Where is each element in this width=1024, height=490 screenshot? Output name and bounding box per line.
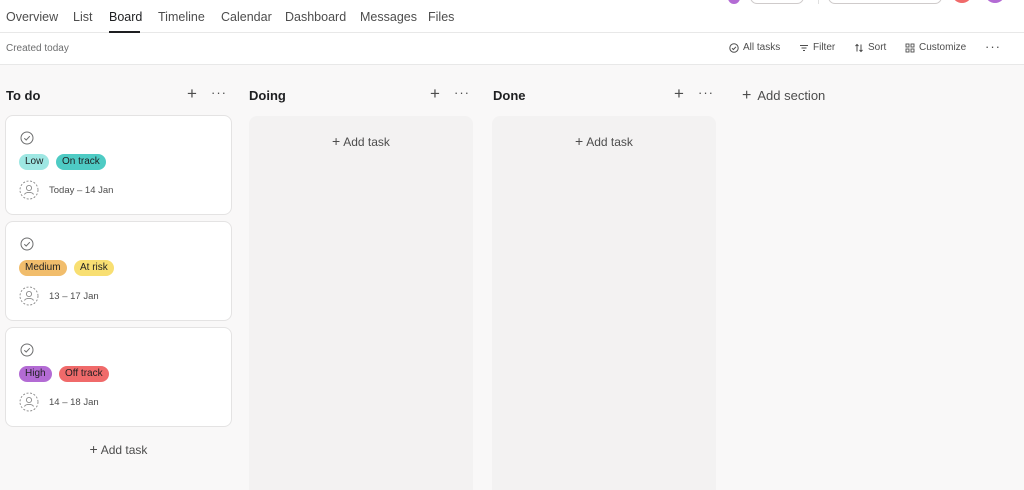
filter-icon (800, 44, 808, 51)
column-doing-dropzone (249, 116, 473, 490)
all-tasks-label: All tasks (743, 42, 781, 53)
priority-tag: High (19, 366, 52, 382)
task-card[interactable]: Low On track Today – 14 Jan (5, 115, 232, 215)
column-title-todo[interactable]: To do (6, 88, 40, 103)
tab-list[interactable]: List (73, 10, 92, 24)
customize-label: Customize (919, 42, 967, 53)
add-task-plus-doing[interactable]: + (430, 84, 440, 104)
sort-button[interactable]: Sort (854, 42, 886, 53)
member-avatar[interactable] (728, 0, 740, 4)
plus-icon: + (89, 441, 98, 457)
sort-label: Sort (868, 42, 887, 53)
column-more-doing[interactable]: ··· (454, 85, 470, 100)
status-tag: On track (56, 154, 106, 170)
due-date[interactable]: 14 – 18 Jan (49, 397, 99, 408)
add-task-label: Add task (586, 135, 633, 149)
board-toolbar: Created today All tasks Filter Sort Cust… (0, 33, 1024, 65)
task-card[interactable]: Medium At risk 13 – 17 Jan (5, 221, 232, 321)
tab-dashboard[interactable]: Dashboard (285, 10, 346, 24)
user-avatar-secondary[interactable] (985, 0, 1005, 3)
add-task-plus-todo[interactable]: + (187, 84, 197, 104)
tab-timeline[interactable]: Timeline (158, 10, 205, 24)
assignee-icon[interactable] (19, 286, 39, 306)
customize-icon (905, 43, 915, 52)
tab-calendar[interactable]: Calendar (221, 10, 272, 24)
status-tag: At risk (74, 260, 114, 276)
tab-files[interactable]: Files (428, 10, 454, 24)
add-task-button-doing[interactable]: + Add task (249, 133, 473, 149)
priority-tag: Low (19, 154, 50, 170)
add-task-label: Add task (343, 135, 390, 149)
column-more-done[interactable]: ··· (698, 85, 714, 100)
user-avatar[interactable] (952, 0, 972, 3)
check-circle-icon (729, 42, 739, 53)
due-date[interactable]: 13 – 17 Jan (49, 291, 99, 302)
column-done-dropzone (492, 116, 716, 490)
share-button[interactable] (750, 0, 804, 4)
search-input[interactable] (828, 0, 942, 4)
project-tabs-bar: Overview List Board Timeline Calendar Da… (0, 0, 1024, 33)
created-status: Created today (6, 43, 69, 54)
add-task-plus-done[interactable]: + (674, 84, 684, 104)
status-tag: Off track (59, 366, 109, 382)
header-divider (818, 0, 819, 4)
priority-tag: Medium (19, 260, 67, 276)
filter-label: Filter (813, 42, 836, 53)
more-options-button[interactable]: ··· (985, 39, 1001, 54)
due-date[interactable]: Today – 14 Jan (49, 185, 113, 196)
add-task-button-todo[interactable]: + Add task (5, 441, 232, 457)
add-section-button[interactable]: + Add section (742, 87, 825, 105)
tab-messages[interactable]: Messages (360, 10, 417, 24)
column-title-doing[interactable]: Doing (249, 88, 286, 103)
complete-task-icon[interactable] (20, 343, 34, 357)
task-card[interactable]: High Off track 14 – 18 Jan (5, 327, 232, 427)
plus-icon: + (332, 133, 341, 149)
tab-overview[interactable]: Overview (6, 10, 58, 24)
sort-icon (855, 43, 863, 52)
column-title-done[interactable]: Done (493, 88, 526, 103)
customize-button[interactable]: Customize (905, 42, 966, 53)
add-task-label: Add task (100, 443, 148, 457)
add-section-label: Add section (757, 88, 826, 103)
complete-task-icon[interactable] (20, 237, 34, 251)
column-more-todo[interactable]: ··· (211, 85, 227, 100)
assignee-icon[interactable] (19, 180, 39, 200)
tab-board[interactable]: Board (109, 10, 142, 24)
add-task-button-done[interactable]: + Add task (492, 133, 716, 149)
plus-icon: + (575, 133, 584, 149)
filter-button[interactable]: Filter (799, 42, 835, 53)
all-tasks-button[interactable]: All tasks (729, 42, 780, 53)
assignee-icon[interactable] (19, 392, 39, 412)
complete-task-icon[interactable] (20, 131, 34, 145)
plus-icon: + (742, 87, 752, 104)
